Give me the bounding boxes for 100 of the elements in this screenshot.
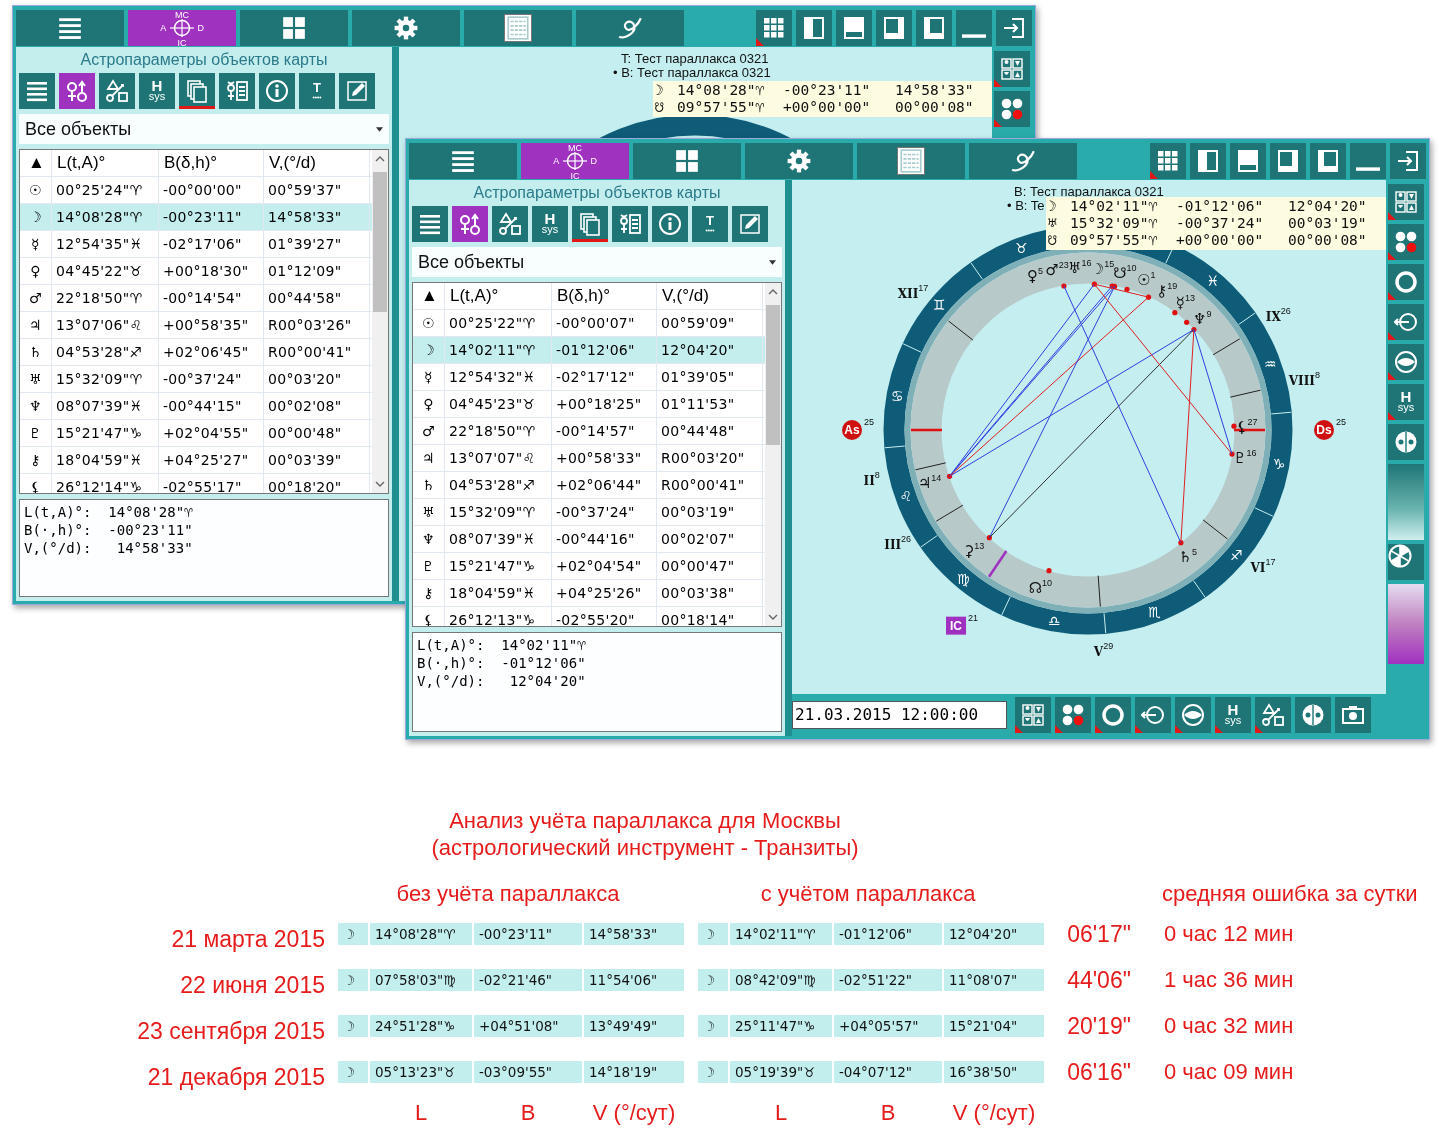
scroll-down-icon[interactable] — [768, 614, 778, 620]
toolbar-button[interactable] — [1055, 697, 1091, 733]
toolbar-button[interactable] — [1350, 143, 1386, 179]
filter-dropdown[interactable]: Все объекты — [412, 247, 782, 277]
column-header[interactable]: ▲ — [20, 150, 52, 176]
toolbar-button[interactable] — [259, 73, 295, 109]
toolbar-button[interactable]: MC A D IC — [128, 10, 236, 46]
toolbar-button[interactable] — [956, 10, 992, 46]
toolbar-button[interactable] — [612, 206, 648, 242]
table-row[interactable]: ⚷ 18°04'59"♓ +04°25'26" 00°03'38" — [413, 580, 765, 607]
toolbar-button[interactable] — [19, 73, 55, 109]
toolbar-button[interactable] — [1295, 697, 1331, 733]
toolbar-button[interactable] — [1388, 224, 1424, 260]
toolbar-button[interactable] — [633, 143, 741, 179]
toolbar-button[interactable]: H sys — [1388, 384, 1424, 420]
toolbar-button[interactable] — [732, 206, 768, 242]
toolbar-button[interactable] — [1388, 424, 1424, 460]
table-row[interactable]: ♆ 08°07'39"♓ -00°44'15" 00°02'08" — [20, 393, 372, 420]
toolbar-button[interactable] — [576, 10, 684, 46]
toolbar-button[interactable] — [409, 143, 517, 179]
toolbar-button[interactable] — [1255, 697, 1291, 733]
table-row[interactable]: ♂ 22°18'50"♈ -00°14'57" 00°44'48" — [413, 418, 765, 445]
toolbar-button[interactable] — [179, 73, 215, 109]
toolbar-button[interactable] — [969, 143, 1077, 179]
table-row[interactable]: ♅ 15°32'09"♈ -00°37'24" 00°03'19" — [413, 499, 765, 526]
toolbar-button[interactable] — [796, 10, 832, 46]
toolbar-button[interactable] — [352, 10, 460, 46]
table-row[interactable]: ♀ 04°45'22"♉ +00°18'30" 01°12'09" — [20, 258, 372, 285]
toolbar-button[interactable] — [412, 206, 448, 242]
toolbar-button[interactable] — [1150, 143, 1186, 179]
toolbar-button[interactable] — [1095, 697, 1131, 733]
toolbar-button[interactable] — [1310, 143, 1346, 179]
scrollbar-thumb[interactable] — [373, 172, 387, 312]
table-row[interactable]: ♀ 04°45'23"♉ +00°18'25" 01°11'53" — [413, 391, 765, 418]
column-header[interactable]: ▲ — [413, 283, 445, 309]
table-row[interactable]: ♄ 04°53'28"♐ +02°06'44" R00°00'41" — [413, 472, 765, 499]
color-gradient[interactable] — [1388, 464, 1424, 540]
toolbar-button[interactable] — [916, 10, 952, 46]
toolbar-button[interactable] — [16, 10, 124, 46]
toolbar-button[interactable] — [1390, 143, 1426, 179]
color-gradient[interactable] — [1388, 584, 1424, 664]
table-row[interactable]: ♄ 04°53'28"♐ +02°06'45" R00°00'41" — [20, 339, 372, 366]
toolbar-button[interactable] — [994, 51, 1030, 87]
table-row[interactable]: ♇ 15°21'47"♑ +02°04'54" 00°00'47" — [413, 553, 765, 580]
toolbar-button[interactable] — [240, 10, 348, 46]
scrollbar-thumb[interactable] — [766, 305, 780, 445]
table-row[interactable]: ☿ 12°54'35"♓ -02°17'06" 01°39'27" — [20, 231, 372, 258]
scroll-up-icon[interactable] — [375, 156, 385, 162]
toolbar-button[interactable]: T — [692, 206, 728, 242]
scroll-up-icon[interactable] — [768, 289, 778, 295]
scroll-down-icon[interactable] — [375, 481, 385, 487]
toolbar-button[interactable] — [876, 10, 912, 46]
column-header[interactable]: B(δ,h)° — [159, 150, 264, 176]
table-row[interactable]: ☽ 14°02'11"♈ -01°12'06" 12°04'20" — [413, 337, 765, 364]
filter-dropdown[interactable]: Все объекты — [19, 114, 389, 144]
toolbar-button[interactable] — [836, 10, 872, 46]
toolbar-button[interactable]: MC A D IC — [521, 143, 629, 179]
date-field[interactable]: 21.03.2015 12:00:00 — [792, 701, 1007, 729]
toolbar-button[interactable]: H sys — [532, 206, 568, 242]
toolbar-button[interactable] — [1175, 697, 1211, 733]
toolbar-button[interactable] — [1335, 697, 1371, 733]
table-row[interactable]: ⚷ 18°04'59"♓ +04°25'27" 00°03'39" — [20, 447, 372, 474]
toolbar-button[interactable] — [219, 73, 255, 109]
toolbar-button[interactable] — [464, 10, 572, 46]
table-row[interactable]: ☽ 14°08'28"♈ -00°23'11" 14°58'33" — [20, 204, 372, 231]
toolbar-button[interactable] — [59, 73, 95, 109]
scrollbar[interactable] — [765, 283, 781, 626]
toolbar-button[interactable] — [572, 206, 608, 242]
table-row[interactable]: ☿ 12°54'32"♓ -02°17'12" 01°39'05" — [413, 364, 765, 391]
toolbar-button[interactable] — [1388, 544, 1424, 580]
table-row[interactable]: ♃ 13°07'07"♌ +00°58'33" R00°03'20" — [413, 445, 765, 472]
toolbar-button[interactable] — [745, 143, 853, 179]
column-header[interactable]: B(δ,h)° — [552, 283, 657, 309]
toolbar-button[interactable] — [857, 143, 965, 179]
toolbar-button[interactable] — [1135, 697, 1171, 733]
scrollbar[interactable] — [372, 150, 388, 493]
toolbar-button[interactable] — [1015, 697, 1051, 733]
column-header[interactable]: L(t,A)° — [445, 283, 552, 309]
column-header[interactable]: V,(°/d) — [657, 283, 763, 309]
column-header[interactable]: V,(°/d) — [264, 150, 370, 176]
table-row[interactable]: ♅ 15°32'09"♈ -00°37'24" 00°03'20" — [20, 366, 372, 393]
toolbar-button[interactable] — [994, 91, 1030, 127]
table-row[interactable]: ♂ 22°18'50"♈ -00°14'54" 00°44'58" — [20, 285, 372, 312]
toolbar-button[interactable]: T — [299, 73, 335, 109]
toolbar-button[interactable] — [452, 206, 488, 242]
toolbar-button[interactable] — [99, 73, 135, 109]
toolbar-button[interactable] — [339, 73, 375, 109]
toolbar-button[interactable] — [1388, 304, 1424, 340]
toolbar-button[interactable]: H sys — [1215, 697, 1251, 733]
toolbar-button[interactable] — [652, 206, 688, 242]
toolbar-button[interactable]: H sys — [139, 73, 175, 109]
toolbar-button[interactable] — [1270, 143, 1306, 179]
toolbar-button[interactable] — [756, 10, 792, 46]
toolbar-button[interactable] — [1388, 184, 1424, 220]
toolbar-button[interactable] — [1388, 344, 1424, 380]
table-row[interactable]: ♃ 13°07'06"♌ +00°58'35" R00°03'26" — [20, 312, 372, 339]
table-row[interactable]: ♇ 15°21'47"♑ +02°04'55" 00°00'48" — [20, 420, 372, 447]
toolbar-button[interactable] — [1230, 143, 1266, 179]
toolbar-button[interactable] — [996, 10, 1032, 46]
toolbar-button[interactable] — [1388, 264, 1424, 300]
